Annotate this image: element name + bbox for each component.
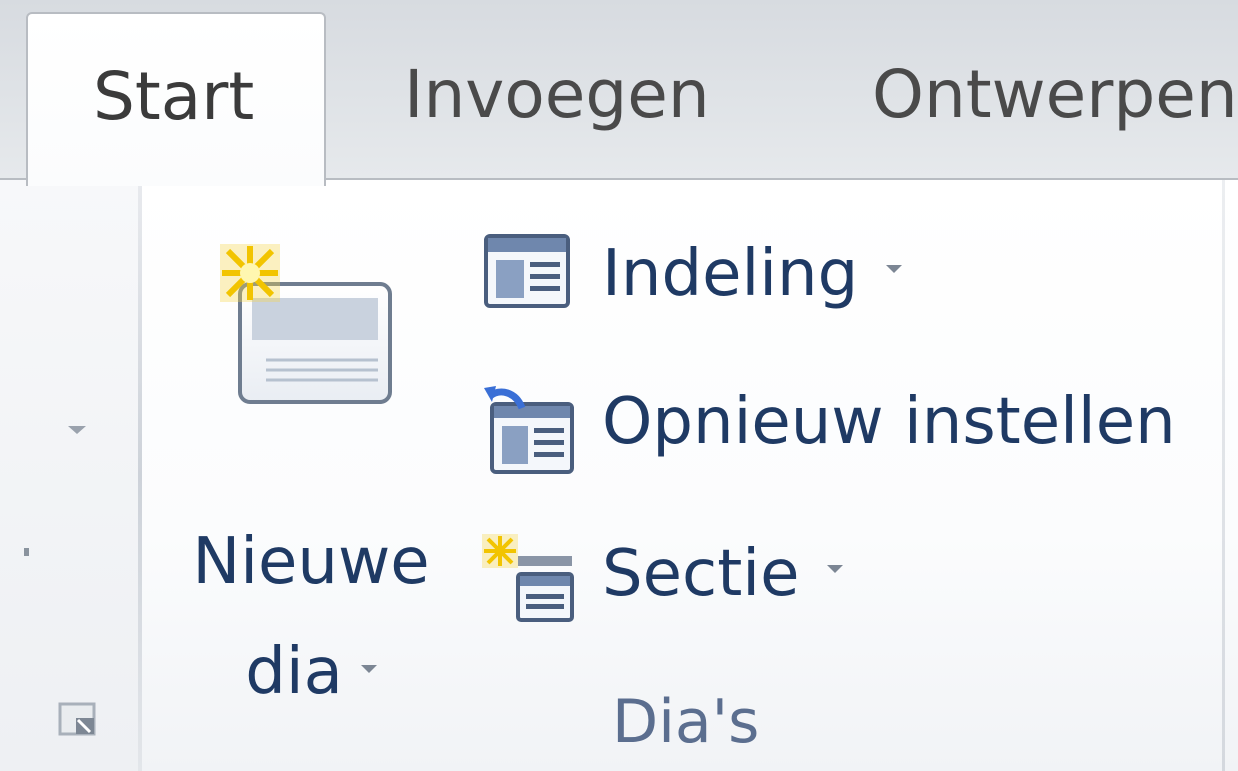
tab-ontwerpen[interactable]: Ontwerpen <box>872 62 1238 128</box>
section-icon <box>482 534 574 622</box>
dropdown-caret-icon <box>827 565 844 574</box>
layout-label: Indeling <box>602 242 903 306</box>
group-separator-right <box>1222 180 1225 771</box>
layout-icon <box>484 234 570 308</box>
tab-start[interactable]: Start <box>26 12 326 186</box>
new-slide-icon <box>220 244 392 404</box>
reset-slide-icon <box>484 386 574 474</box>
dialog-launcher-icon[interactable] <box>56 700 100 740</box>
group-label-slides: Dia's <box>612 687 760 757</box>
dropdown-caret-icon <box>886 265 903 274</box>
tab-invoegen[interactable]: Invoegen <box>404 62 710 128</box>
reset-slide-button[interactable]: Opnieuw instellen <box>482 372 1202 482</box>
layout-button[interactable]: Indeling <box>482 224 1202 334</box>
dropdown-caret-icon <box>360 665 377 674</box>
reset-slide-label: Opnieuw instellen <box>602 385 1176 459</box>
new-slide-label-line2: dia <box>176 640 446 704</box>
new-slide-button[interactable]: Nieuwe dia <box>176 230 446 704</box>
sparkle-icon <box>482 534 518 568</box>
tab-start-label: Start <box>93 58 255 135</box>
previous-group-edge <box>0 180 138 771</box>
new-slide-label-line1: Nieuwe <box>192 525 430 599</box>
ribbon-panel: Nieuwe dia Indeling Opnieuw instellen Se… <box>0 178 1238 771</box>
group-separator <box>138 180 142 771</box>
edge-mark <box>24 548 29 556</box>
section-label: Sectie <box>602 542 844 606</box>
sparkle-icon <box>220 244 280 302</box>
section-button[interactable]: Sectie <box>482 524 1202 634</box>
dropdown-arrow-icon[interactable] <box>68 426 86 434</box>
